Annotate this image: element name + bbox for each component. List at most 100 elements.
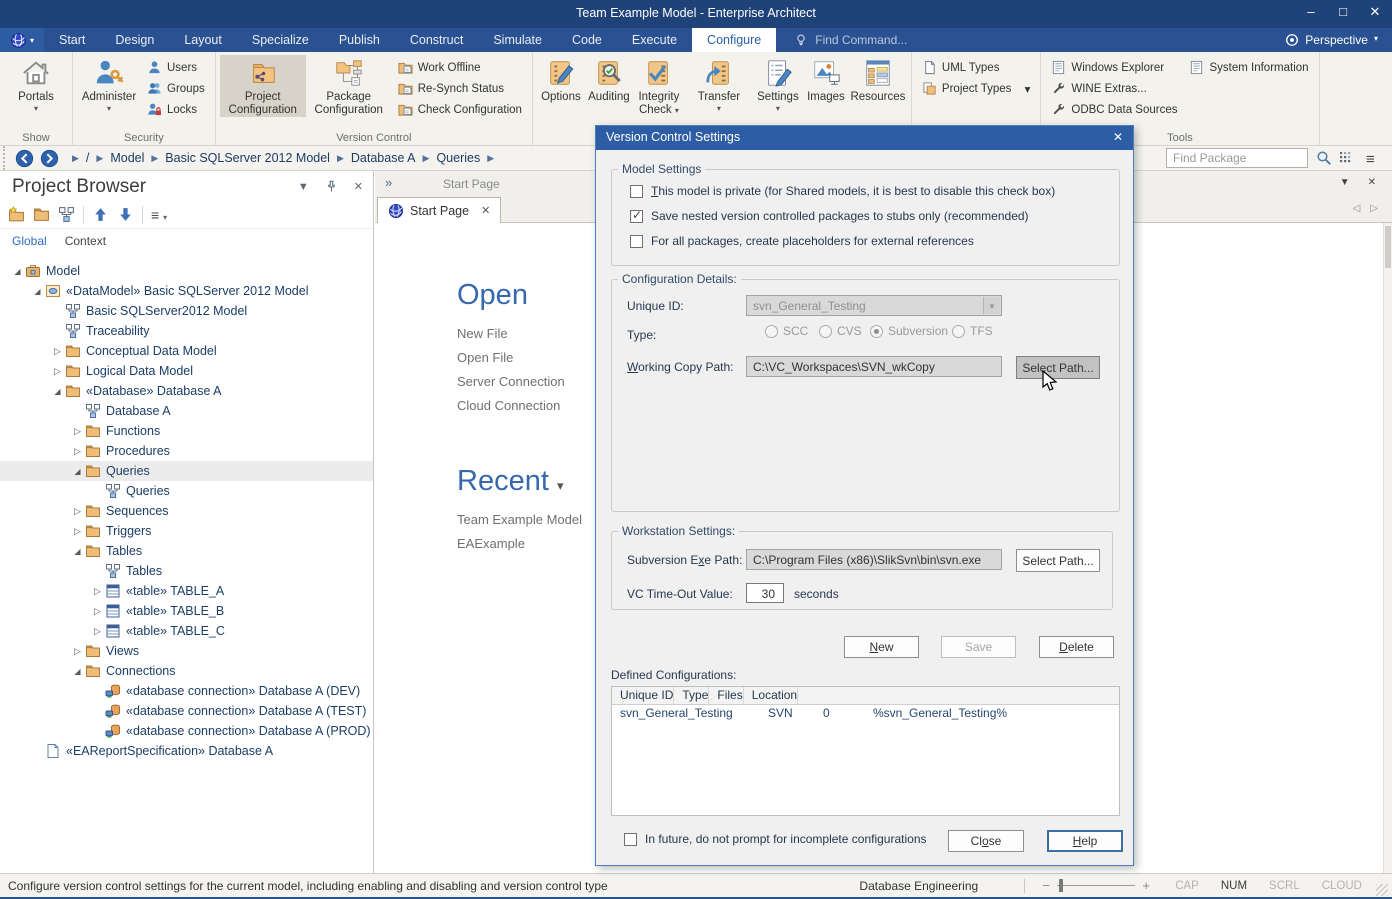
tree-item[interactable]: Views	[0, 641, 373, 661]
expand-arrow-icon[interactable]	[30, 287, 45, 296]
delete-button[interactable]: Delete	[1039, 636, 1114, 658]
options-menu-icon[interactable]: ≡ ▾	[151, 207, 167, 223]
breadcrumb-item[interactable]: Basic SQLServer 2012 Model	[161, 151, 334, 165]
grid-view-icon[interactable]	[1338, 150, 1354, 166]
expand-arrow-icon[interactable]	[90, 606, 105, 617]
tree-item[interactable]: «database connection» Database A (DEV)	[0, 681, 373, 701]
users-button[interactable]: Users	[147, 60, 205, 75]
checkbox[interactable]	[630, 185, 643, 198]
work-offline-button[interactable]: Work Offline	[398, 60, 522, 75]
zoom-in-icon[interactable]: +	[1139, 878, 1153, 893]
new-package-icon[interactable]	[8, 206, 25, 223]
close-dialog-button[interactable]: Close	[948, 830, 1024, 852]
ribbon-tab[interactable]: Design	[100, 28, 169, 52]
app-menu-button[interactable]: ▾	[0, 28, 44, 52]
tree-item[interactable]: Logical Data Model	[0, 361, 373, 381]
ribbon-tab[interactable]: Code	[557, 28, 617, 52]
zoom-slider[interactable]	[1057, 885, 1135, 886]
windows-explorer-button[interactable]: Windows Explorer	[1051, 60, 1177, 75]
tree-item[interactable]: Model	[0, 261, 373, 281]
expand-arrow-icon[interactable]	[70, 526, 85, 537]
defined-configurations-table[interactable]: Unique IDTypeFilesLocation svn_General_T…	[611, 686, 1120, 816]
checkbox-row[interactable]: Save nested version controlled packages …	[630, 209, 1119, 223]
forward-button[interactable]	[40, 149, 59, 168]
tree-item[interactable]: Basic SQLServer2012 Model	[0, 301, 373, 321]
images-button[interactable]: Images	[803, 55, 849, 104]
expand-arrow-icon[interactable]	[70, 646, 85, 657]
odbc-button[interactable]: ODBC Data Sources	[1051, 102, 1177, 117]
new-folder-icon[interactable]	[33, 206, 50, 223]
close-icon[interactable]: ✕	[354, 180, 363, 193]
integrity-check-button[interactable]: Integrity Check ▾	[633, 55, 685, 117]
new-diagram-icon[interactable]	[58, 206, 75, 223]
tree-item[interactable]: Database A	[0, 401, 373, 421]
expand-arrow-icon[interactable]	[70, 426, 85, 437]
minimize-button[interactable]: –	[1302, 4, 1320, 20]
unique-id-combo[interactable]: svn_General_Testing ▼	[746, 295, 1002, 316]
expand-arrow-icon[interactable]	[70, 446, 85, 457]
tree-item[interactable]: Tables	[0, 541, 373, 561]
pin-icon[interactable]	[325, 180, 338, 193]
expand-arrow-icon[interactable]	[10, 267, 25, 276]
tree-item[interactable]: «table» TABLE_A	[0, 581, 373, 601]
resynch-status-button[interactable]: Re-Synch Status	[398, 81, 522, 96]
checkbox[interactable]	[630, 235, 643, 248]
wine-extras-button[interactable]: WINE Extras...	[1051, 81, 1177, 96]
help-button[interactable]: Help	[1047, 830, 1123, 852]
timeout-field[interactable]: 30	[746, 583, 784, 603]
breadcrumb-item[interactable]: Model	[106, 151, 148, 165]
close-button[interactable]: ✕	[1366, 4, 1384, 20]
resources-button[interactable]: Resources	[849, 55, 907, 104]
table-column-header[interactable]: Type	[674, 687, 709, 704]
tree-item[interactable]: Procedures	[0, 441, 373, 461]
breadcrumb-item[interactable]: Database A	[347, 151, 420, 165]
project-types-button[interactable]: Project Types ▾	[922, 81, 1030, 96]
system-information-button[interactable]: System Information	[1189, 60, 1308, 75]
expand-arrow-icon[interactable]	[70, 506, 85, 517]
keyboard-indicator[interactable]: CAP	[1175, 880, 1199, 892]
tree-item[interactable]: Conceptual Data Model	[0, 341, 373, 361]
expand-arrow-icon[interactable]	[70, 667, 85, 676]
maximize-button[interactable]: □	[1334, 4, 1352, 20]
expand-arrow-icon[interactable]	[50, 366, 65, 377]
breadcrumb-item[interactable]: Queries	[432, 151, 484, 165]
zoom-out-icon[interactable]: −	[1039, 878, 1053, 893]
checkbox-row[interactable]: This model is private (for Shared models…	[630, 184, 1119, 198]
expand-arrow-icon[interactable]	[90, 626, 105, 637]
tree-item[interactable]: Connections	[0, 661, 373, 681]
subversion-exe-path-field[interactable]: C:\Program Files (x86)\SlikSvn\bin\svn.e…	[746, 549, 1002, 570]
find-command[interactable]: Find Command...	[794, 28, 907, 52]
active-perspective[interactable]: Database Engineering	[859, 879, 978, 893]
ribbon-tab[interactable]: Construct	[395, 28, 479, 52]
expand-arrow-icon[interactable]	[90, 586, 105, 597]
tree-item[interactable]: «DataModel» Basic SQLServer 2012 Model	[0, 281, 373, 301]
options-button[interactable]: Options	[537, 55, 585, 104]
close-icon[interactable]: ✕	[1368, 177, 1376, 188]
tree-item[interactable]: «table» TABLE_B	[0, 601, 373, 621]
check-configuration-button[interactable]: Check Configuration	[398, 102, 522, 117]
tree-item[interactable]: «database connection» Database A (TEST)	[0, 701, 373, 721]
checkbox[interactable]	[630, 210, 643, 223]
type-radio[interactable]: Subversion	[870, 324, 948, 338]
resize-grip[interactable]	[1376, 884, 1388, 896]
browser-tab[interactable]: Global	[12, 234, 47, 248]
breadcrumb-item[interactable]: /	[82, 151, 93, 165]
ribbon-tab[interactable]: Execute	[617, 28, 692, 52]
close-tab-icon[interactable]: ✕	[481, 204, 490, 217]
keyboard-indicator[interactable]: SCRL	[1269, 880, 1300, 892]
type-radio[interactable]: TFS	[952, 324, 993, 338]
table-column-header[interactable]: Location	[744, 687, 798, 704]
search-icon[interactable]	[1316, 150, 1332, 166]
tab-start-page[interactable]: Start Page ✕	[377, 197, 501, 223]
ribbon-tab[interactable]: Simulate	[478, 28, 557, 52]
keyboard-indicator[interactable]: CLOUD	[1322, 880, 1362, 892]
administer-button[interactable]: Administer ▾	[77, 55, 141, 113]
dialog-title-bar[interactable]: Version Control Settings ✕	[596, 126, 1133, 150]
working-copy-path-field[interactable]: C:\VC_Workspaces\SVN_wkCopy	[746, 356, 1002, 377]
expand-arrow-icon[interactable]	[50, 346, 65, 357]
expand-arrow-icon[interactable]	[50, 387, 65, 396]
type-radio[interactable]: CVS	[819, 324, 862, 338]
move-down-icon[interactable]	[117, 206, 134, 223]
ribbon-tab[interactable]: Configure	[692, 28, 776, 52]
expand-arrow-icon[interactable]	[70, 547, 85, 556]
